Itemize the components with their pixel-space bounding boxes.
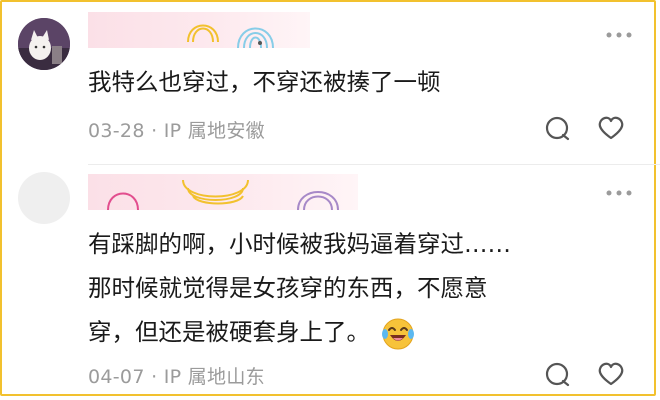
meta-separator: · <box>151 120 158 142</box>
more-icon <box>606 190 632 196</box>
ip-location: IP 属地山东 <box>163 366 265 388</box>
comment-text: 我特么也穿过，不穿还被揍了一顿 <box>88 60 441 104</box>
username-redacted[interactable] <box>88 174 358 210</box>
more-options-button[interactable] <box>606 186 632 196</box>
comment-bubble-icon[interactable] <box>543 360 571 388</box>
meta-separator: · <box>151 366 158 388</box>
heart-icon[interactable] <box>597 360 625 388</box>
heart-icon[interactable] <box>597 114 625 142</box>
comment-item-2: 有踩脚的啊，小时候被我妈逼着穿过…… 那时候就觉得是女孩穿的东西，不愿意 穿，但… <box>0 158 660 400</box>
more-icon <box>606 32 632 38</box>
username-redacted[interactable] <box>88 12 310 48</box>
comment-text-line: 穿，但还是被硬套身上了。 <box>88 318 370 346</box>
ip-location: IP 属地安徽 <box>163 120 265 142</box>
avatar[interactable] <box>18 18 70 70</box>
comment-item-1: 我特么也穿过，不穿还被揍了一顿 03-28 · IP 属地安徽 <box>0 0 660 170</box>
avatar-image <box>18 18 70 70</box>
comment-text: 有踩脚的啊，小时候被我妈逼着穿过…… 那时候就觉得是女孩穿的东西，不愿意 穿，但… <box>88 222 511 354</box>
more-options-button[interactable] <box>606 28 632 38</box>
comment-text-line: 那时候就觉得是女孩穿的东西，不愿意 <box>88 274 488 302</box>
comment-text-line: 我特么也穿过，不穿还被揍了一顿 <box>88 68 441 96</box>
comment-meta: 03-28 · IP 属地安徽 <box>88 116 265 143</box>
comment-text-line-with-emoji: 穿，但还是被硬套身上了。 <box>88 310 511 354</box>
laughing-crying-emoji-icon <box>382 318 415 349</box>
comment-text-line: 有踩脚的啊，小时候被我妈逼着穿过…… <box>88 230 511 258</box>
comment-bubble-icon[interactable] <box>543 114 571 142</box>
comment-date: 04-07 <box>88 366 145 388</box>
comment-date: 03-28 <box>88 120 145 142</box>
avatar[interactable] <box>18 172 70 224</box>
comment-meta: 04-07 · IP 属地山东 <box>88 362 265 389</box>
